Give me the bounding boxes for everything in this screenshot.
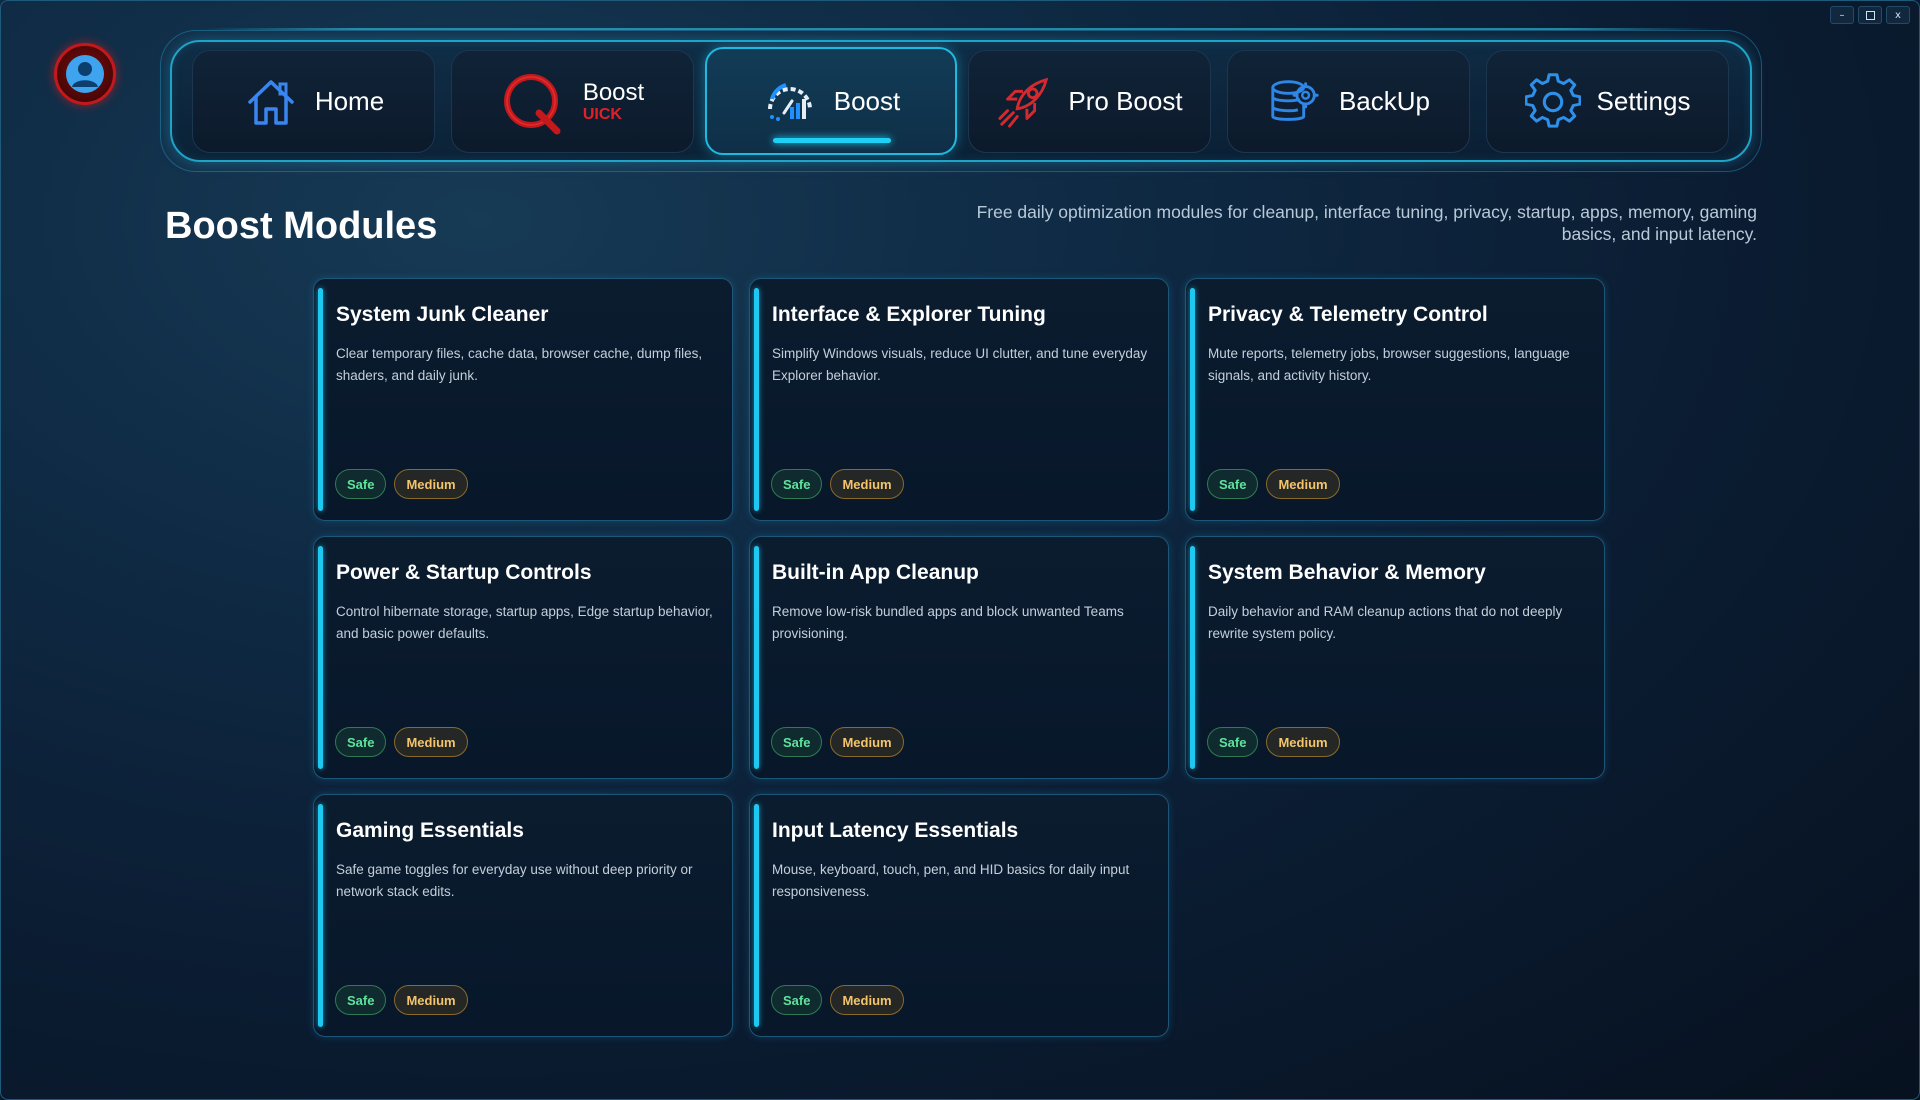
card-description: Clear temporary files, cache data, brows… <box>336 346 703 383</box>
card-accent-bar <box>318 546 323 769</box>
card-description: Mouse, keyboard, touch, pen, and HID bas… <box>772 862 1130 899</box>
medium-badge: Medium <box>394 469 468 499</box>
tab-pro-boost-label: Pro Boost <box>1068 86 1183 116</box>
active-tab-indicator <box>773 138 891 143</box>
module-card-gaming-essentials[interactable]: Gaming Essentials Safe game toggles for … <box>313 794 733 1037</box>
user-avatar[interactable] <box>54 43 116 105</box>
safe-badge: Safe <box>1207 727 1259 757</box>
tab-boost[interactable]: Boost <box>705 47 957 155</box>
rocket-icon <box>996 74 1052 130</box>
tab-home[interactable]: Home <box>192 50 435 153</box>
window-controls: – x <box>1830 6 1910 24</box>
close-button[interactable]: x <box>1886 6 1910 24</box>
safe-badge: Safe <box>335 469 387 499</box>
tab-quick-boost[interactable]: Boost UICK <box>451 50 694 153</box>
quickboost-logo-icon <box>501 69 567 135</box>
home-icon <box>243 74 299 130</box>
card-badges: Safe Medium <box>335 727 468 757</box>
card-description: Safe game toggles for everyday use witho… <box>336 862 693 899</box>
card-description: Mute reports, telemetry jobs, browser su… <box>1208 346 1570 383</box>
user-icon <box>66 55 104 93</box>
card-badges: Safe Medium <box>771 469 904 499</box>
card-badges: Safe Medium <box>1207 727 1340 757</box>
page-description: Free daily optimization modules for clea… <box>976 202 1757 244</box>
card-title: Gaming Essentials <box>336 819 524 842</box>
card-title: Power & Startup Controls <box>336 561 592 584</box>
module-card-input-latency-essentials[interactable]: Input Latency Essentials Mouse, keyboard… <box>749 794 1169 1037</box>
card-description: Simplify Windows visuals, reduce UI clut… <box>772 346 1148 383</box>
medium-badge: Medium <box>830 985 904 1015</box>
maximize-button[interactable] <box>1858 6 1882 24</box>
card-description: Daily behavior and RAM cleanup actions t… <box>1208 604 1563 641</box>
card-accent-bar <box>754 546 759 769</box>
quick-boost-text: Boost UICK <box>582 78 645 123</box>
card-title: Built-in App Cleanup <box>772 561 979 584</box>
safe-badge: Safe <box>771 985 823 1015</box>
tab-settings[interactable]: Settings <box>1486 50 1729 153</box>
medium-badge: Medium <box>394 985 468 1015</box>
card-accent-bar <box>754 804 759 1027</box>
tab-settings-label: Settings <box>1596 86 1691 116</box>
medium-badge: Medium <box>1266 727 1340 757</box>
safe-badge: Safe <box>771 727 823 757</box>
maximize-icon <box>1865 10 1875 20</box>
safe-badge: Safe <box>335 727 387 757</box>
medium-badge: Medium <box>830 469 904 499</box>
safe-badge: Safe <box>771 469 823 499</box>
card-title: System Behavior & Memory <box>1208 561 1486 584</box>
nav-top-line <box>205 28 1715 30</box>
tab-backup-label: BackUp <box>1338 86 1431 116</box>
medium-badge: Medium <box>394 727 468 757</box>
card-accent-bar <box>318 804 323 1027</box>
gear-icon <box>1524 72 1581 130</box>
safe-badge: Safe <box>335 985 387 1015</box>
card-description: Remove low-risk bundled apps and block u… <box>772 604 1124 641</box>
card-badges: Safe Medium <box>771 985 904 1015</box>
card-badges: Safe Medium <box>771 727 904 757</box>
card-title: Input Latency Essentials <box>772 819 1019 842</box>
module-card-power-startup-controls[interactable]: Power & Startup Controls Control hiberna… <box>313 536 733 779</box>
card-title: System Junk Cleaner <box>336 303 549 326</box>
medium-badge: Medium <box>1266 469 1340 499</box>
module-card-built-in-app-cleanup[interactable]: Built-in App Cleanup Remove low-risk bun… <box>749 536 1169 779</box>
tab-boost-label: Boost <box>833 85 901 116</box>
card-badges: Safe Medium <box>335 985 468 1015</box>
card-title: Privacy & Telemetry Control <box>1208 303 1488 326</box>
module-card-interface-explorer-tuning[interactable]: Interface & Explorer Tuning Simplify Win… <box>749 278 1169 521</box>
card-badges: Safe Medium <box>1207 469 1340 499</box>
safe-badge: Safe <box>1207 469 1259 499</box>
card-accent-bar <box>1190 288 1195 511</box>
tab-backup[interactable]: BackUp <box>1227 50 1470 153</box>
medium-badge: Medium <box>830 727 904 757</box>
card-description: Control hibernate storage, startup apps,… <box>336 604 713 641</box>
card-accent-bar <box>1190 546 1195 769</box>
module-card-system-junk-cleaner[interactable]: System Junk Cleaner Clear temporary file… <box>313 278 733 521</box>
card-accent-bar <box>318 288 323 511</box>
database-gear-icon <box>1267 74 1323 130</box>
tab-home-label: Home <box>314 86 385 116</box>
gauge-icon <box>762 73 818 129</box>
card-badges: Safe Medium <box>335 469 468 499</box>
module-card-system-behavior-memory[interactable]: System Behavior & Memory Daily behavior … <box>1185 536 1605 779</box>
minimize-button[interactable]: – <box>1830 6 1854 24</box>
page-title: Boost Modules <box>165 205 438 247</box>
tab-quick-boost-label: Boost <box>582 78 645 106</box>
card-title: Interface & Explorer Tuning <box>772 303 1046 326</box>
tab-quick-boost-sublabel: UICK <box>582 105 622 123</box>
tab-pro-boost[interactable]: Pro Boost <box>968 50 1211 153</box>
module-card-privacy-telemetry-control[interactable]: Privacy & Telemetry Control Mute reports… <box>1185 278 1605 521</box>
card-accent-bar <box>754 288 759 511</box>
